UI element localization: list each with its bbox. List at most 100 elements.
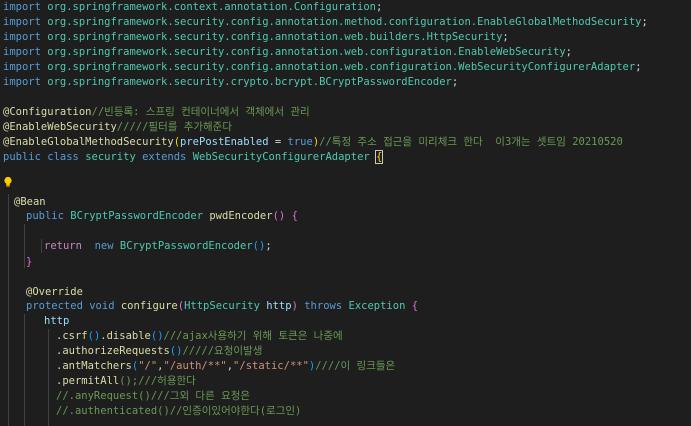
method-declaration-line[interactable]: protected void configure(HttpSecurity ht… bbox=[26, 299, 418, 314]
keyword-import: import bbox=[3, 1, 41, 13]
semicolon: ; bbox=[265, 240, 272, 252]
lightbulb-icon[interactable] bbox=[3, 176, 13, 188]
method-name: configure bbox=[120, 300, 178, 312]
keyword-import: import bbox=[3, 46, 41, 58]
annotation-configuration: Configuration bbox=[9, 106, 92, 118]
import-line[interactable]: import org.springframework.context.annot… bbox=[3, 0, 382, 15]
keyword-import: import bbox=[3, 76, 41, 88]
comment: //.authenticated()//인증이있어야한다(로그인) bbox=[56, 405, 302, 417]
code-line[interactable]: .permitAll();///허용한다 bbox=[56, 374, 196, 389]
parens: () bbox=[252, 240, 266, 252]
param-name: http bbox=[266, 300, 292, 312]
method-call: permitAll bbox=[62, 375, 120, 387]
keyword-void: void bbox=[89, 300, 115, 312]
open-brace: { bbox=[374, 150, 384, 164]
annotation-bean: Bean bbox=[20, 196, 46, 208]
code-line[interactable]: .csrf().disable()///ajax사용하기 위해 토큰은 나중에 bbox=[56, 329, 343, 344]
variable-http: http bbox=[44, 315, 70, 327]
comment: ////이 링크들은 bbox=[315, 360, 396, 372]
equals: = bbox=[268, 136, 288, 148]
keyword-import: import bbox=[3, 31, 41, 43]
annotation-line[interactable]: @Configuration//빈등록: 스프링 컨테이너에서 객체에서 관리 bbox=[3, 105, 310, 120]
return-line[interactable]: return new BCryptPasswordEncoder(); bbox=[44, 239, 272, 254]
import-line[interactable]: import org.springframework.security.conf… bbox=[3, 45, 572, 60]
class-declaration-line[interactable]: public class security extends WebSecurit… bbox=[3, 150, 384, 165]
parens: () bbox=[272, 210, 286, 222]
method-call: antMatchers bbox=[62, 360, 132, 372]
keyword-import: import bbox=[3, 16, 41, 28]
param-type: HttpSecurity bbox=[184, 300, 260, 312]
param-name: prePostEnabled bbox=[180, 136, 269, 148]
annotation-enable-web-security: EnableWebSecurity bbox=[9, 121, 117, 133]
annotation-line[interactable]: @EnableWebSecurity/////필터를 추가해준다 bbox=[3, 120, 232, 135]
keyword-class: class bbox=[47, 151, 79, 163]
string-literal: "/" bbox=[138, 360, 158, 372]
import-line[interactable]: import org.springframework.security.conf… bbox=[3, 15, 648, 30]
comment: //빈등록: 스프링 컨테이너에서 객체에서 관리 bbox=[91, 106, 310, 118]
package-path: org.springframework.context.annotation. bbox=[47, 1, 294, 13]
class-name: WebSecurityConfigurerAdapter bbox=[458, 61, 636, 73]
string-literal: "/static/**" bbox=[233, 360, 309, 372]
comment: //.anyRequest()///그외 다른 요청은 bbox=[56, 390, 251, 402]
comment-line[interactable]: //.authenticated()//인증이있어야한다(로그인) bbox=[56, 404, 301, 419]
comment: ///ajax사용하기 위해 토큰은 나중에 bbox=[163, 330, 343, 342]
keyword-new: new bbox=[94, 240, 114, 252]
method-call: csrf bbox=[62, 330, 88, 342]
package-path: org.springframework.security.crypto.bcry… bbox=[47, 76, 320, 88]
code-line[interactable]: .authorizeRequests()/////요청이발생 bbox=[56, 344, 262, 359]
semicolon: ; bbox=[641, 16, 648, 28]
import-line[interactable]: import org.springframework.security.cryp… bbox=[3, 75, 458, 90]
class-name: BCryptPasswordEncoder bbox=[319, 76, 452, 88]
string-literal: "/auth/**" bbox=[163, 360, 227, 372]
keyword-protected: protected bbox=[26, 300, 83, 312]
class-name: security bbox=[85, 151, 136, 163]
method-declaration-line[interactable]: public BCryptPasswordEncoder pwdEncoder(… bbox=[26, 209, 298, 224]
keyword-public: public bbox=[26, 210, 64, 222]
comment-line[interactable]: //.anyRequest()///그외 다른 요청은 bbox=[56, 389, 250, 404]
keyword-public: public bbox=[3, 151, 41, 163]
annotation-line[interactable]: @EnableGlobalMethodSecurity(prePostEnabl… bbox=[3, 135, 623, 150]
comment: /////필터를 추가해준다 bbox=[116, 121, 233, 133]
semicolon: ; bbox=[376, 1, 383, 13]
keyword-throws: throws bbox=[304, 300, 343, 312]
code-line[interactable]: .antMatchers("/","/auth/**","/static/**"… bbox=[56, 359, 395, 374]
close-brace-line[interactable]: } bbox=[26, 255, 32, 270]
exception-type: Exception bbox=[348, 300, 406, 312]
annotation-line[interactable]: @Override bbox=[26, 285, 83, 300]
indent-guide bbox=[8, 194, 9, 426]
semicolon: ; bbox=[502, 31, 509, 43]
class-name: HttpSecurity bbox=[426, 31, 503, 43]
semicolon: ; bbox=[565, 46, 572, 58]
indent-guide bbox=[48, 329, 49, 426]
return-type: BCryptPasswordEncoder bbox=[70, 210, 204, 222]
method-name: pwdEncoder bbox=[209, 210, 273, 222]
method-call: authorizeRequests bbox=[62, 345, 170, 357]
import-line[interactable]: import org.springframework.security.conf… bbox=[3, 60, 642, 75]
open-brace: { bbox=[291, 210, 298, 222]
indent-guide bbox=[24, 224, 25, 268]
package-path: org.springframework.security.config.anno… bbox=[47, 61, 459, 73]
package-path: org.springframework.security.config.anno… bbox=[47, 46, 459, 58]
class-name: Configuration bbox=[293, 1, 376, 13]
parent-class-name: WebSecurityConfigurerAdapter bbox=[192, 151, 370, 163]
code-line[interactable]: http bbox=[44, 314, 69, 329]
import-line[interactable]: import org.springframework.security.conf… bbox=[3, 30, 509, 45]
indent-guide bbox=[41, 239, 42, 253]
constructor-name: BCryptPasswordEncoder bbox=[119, 240, 253, 252]
comment: ();///허용한다 bbox=[119, 375, 196, 387]
package-path: org.springframework.security.config.anno… bbox=[47, 16, 478, 28]
open-brace: { bbox=[411, 300, 419, 312]
annotation-enable-global-method-security: EnableGlobalMethodSecurity bbox=[9, 136, 174, 148]
indent-guide bbox=[24, 314, 25, 426]
literal-true: true bbox=[287, 136, 313, 148]
parens: () bbox=[87, 330, 101, 342]
comment: /////요청이발생 bbox=[182, 345, 263, 357]
code-editor[interactable]: import org.springframework.context.annot… bbox=[0, 0, 691, 426]
parens: () bbox=[150, 330, 164, 342]
package-path: org.springframework.security.config.anno… bbox=[47, 31, 427, 43]
semicolon: ; bbox=[635, 61, 642, 73]
keyword-extends: extends bbox=[142, 151, 187, 163]
class-name: EnableGlobalMethodSecurity bbox=[477, 16, 642, 28]
annotation-line[interactable]: @Bean bbox=[14, 195, 46, 210]
class-name: EnableWebSecurity bbox=[458, 46, 566, 58]
